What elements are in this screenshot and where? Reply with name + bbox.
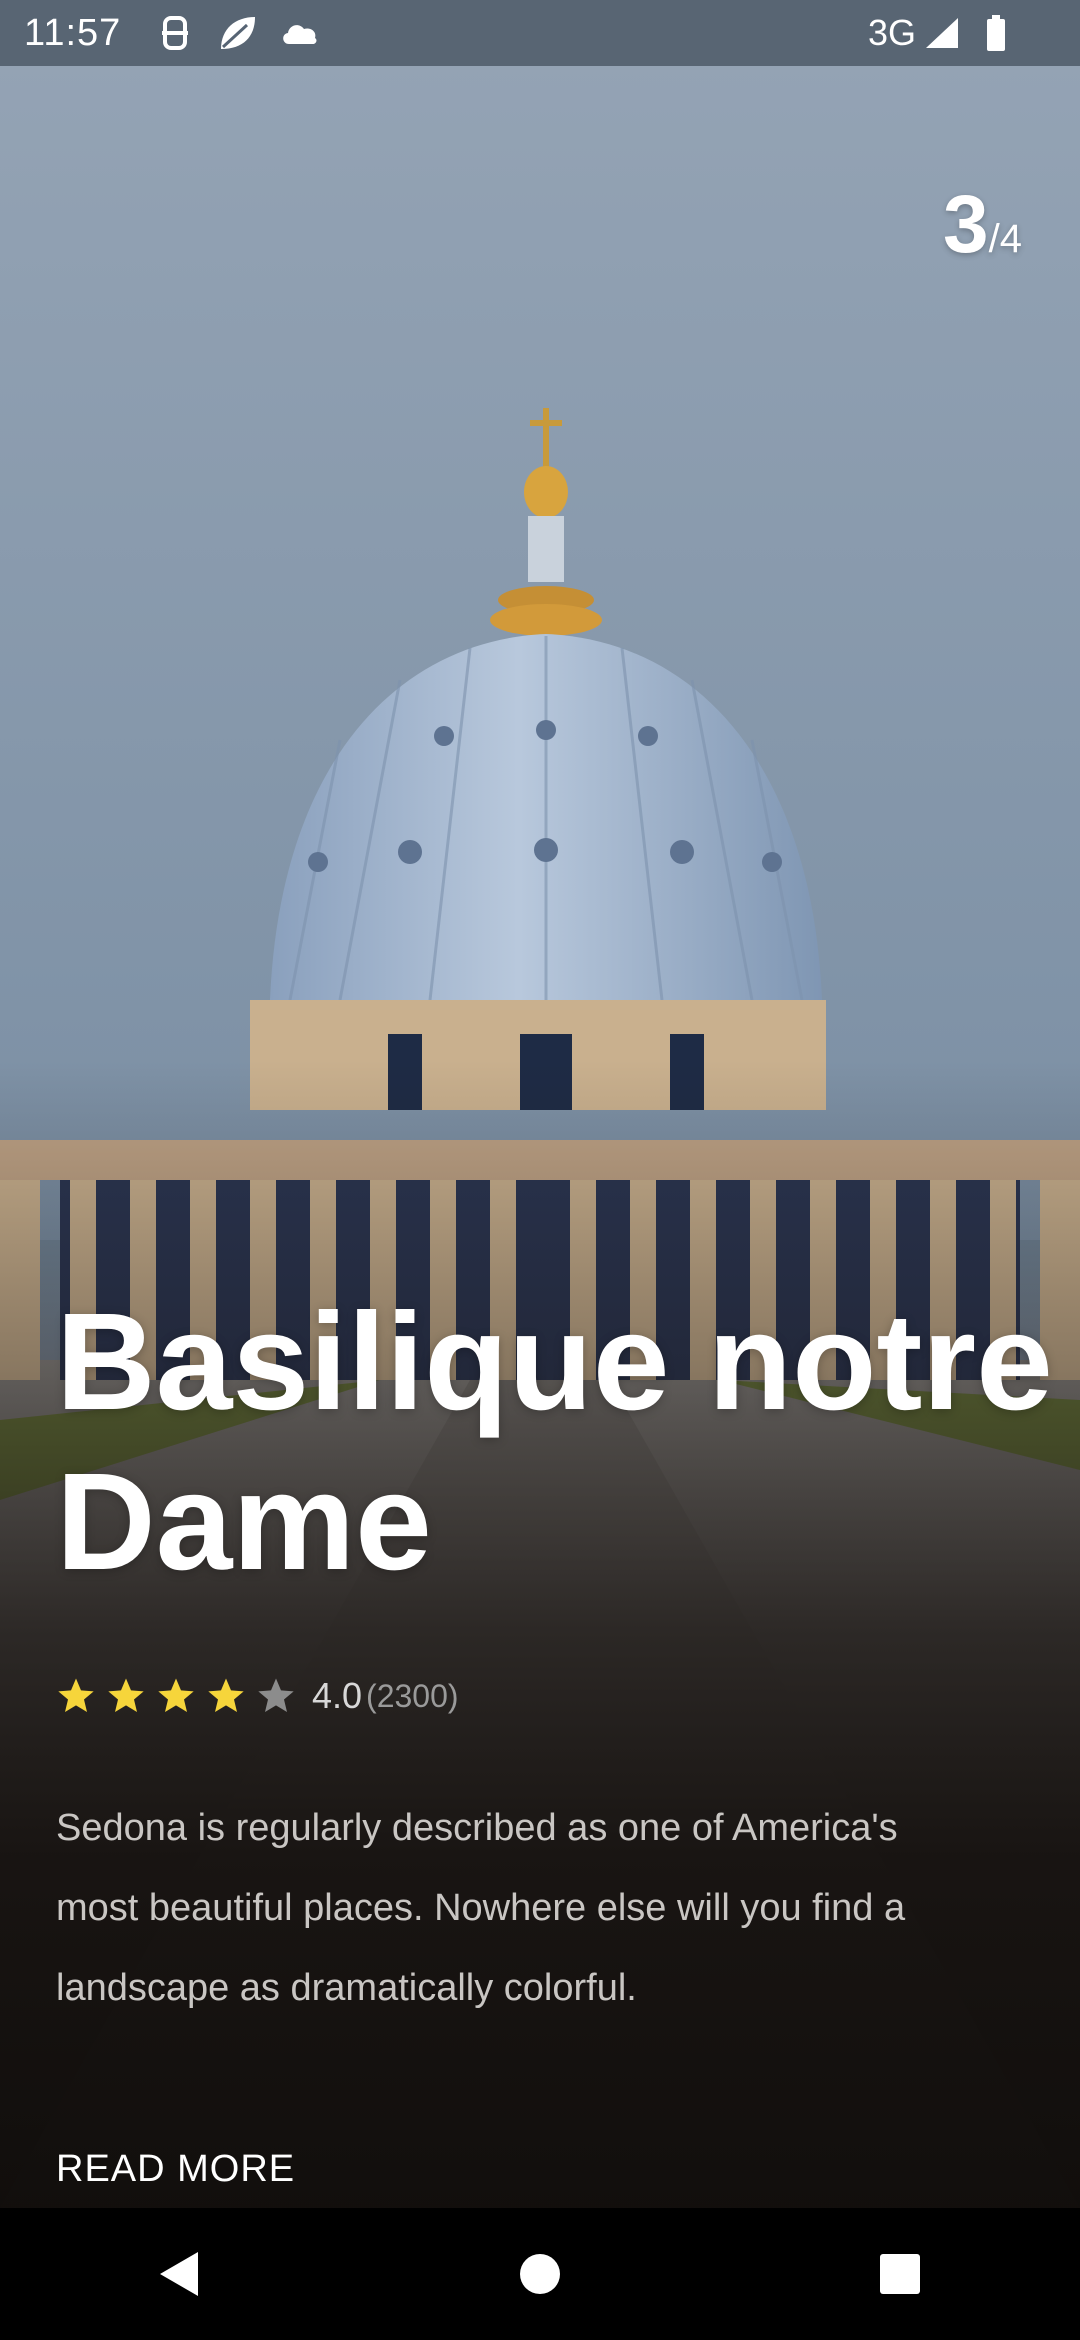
screen: 11:57 3G 3/4 Basilique notre Dame 4.0 (2…: [0, 0, 1080, 2340]
rating-count: (2300): [366, 1677, 459, 1714]
home-button[interactable]: [480, 2214, 600, 2334]
star-icon-3: [158, 1678, 194, 1712]
page-counter: 3/4: [943, 178, 1022, 272]
place-description: Sedona is regularly described as one of …: [56, 1807, 906, 2009]
battery-icon: [976, 13, 1016, 53]
recents-button[interactable]: [840, 2214, 960, 2334]
star-icon-4: [208, 1678, 244, 1712]
cloud-icon: [279, 13, 319, 53]
rating: 4.0 (2300): [56, 1672, 459, 1720]
star-icon-2: [108, 1678, 144, 1712]
star-icon-1: [58, 1678, 94, 1712]
back-button[interactable]: [120, 2214, 240, 2334]
status-bar: 11:57 3G: [0, 0, 1080, 66]
network-type: 3G: [867, 12, 916, 53]
place-title: Basilique notre Dame: [56, 1285, 1053, 1599]
signal-icon: [922, 13, 962, 53]
status-right: 3G: [868, 12, 1056, 54]
navigation-bar: [0, 2208, 1080, 2340]
star-icon-5: [258, 1678, 294, 1712]
back-icon: [160, 2252, 198, 2296]
home-icon: [520, 2254, 560, 2294]
read-more-link[interactable]: READ MORE: [56, 2148, 295, 2191]
counter-current: 3: [943, 179, 989, 270]
vpn-icon: [155, 13, 195, 53]
rating-value: 4.0: [312, 1675, 363, 1716]
leaf-icon: [217, 13, 257, 53]
status-time: 11:57: [24, 11, 122, 54]
recents-icon: [880, 2254, 920, 2294]
counter-total: /4: [988, 217, 1022, 261]
